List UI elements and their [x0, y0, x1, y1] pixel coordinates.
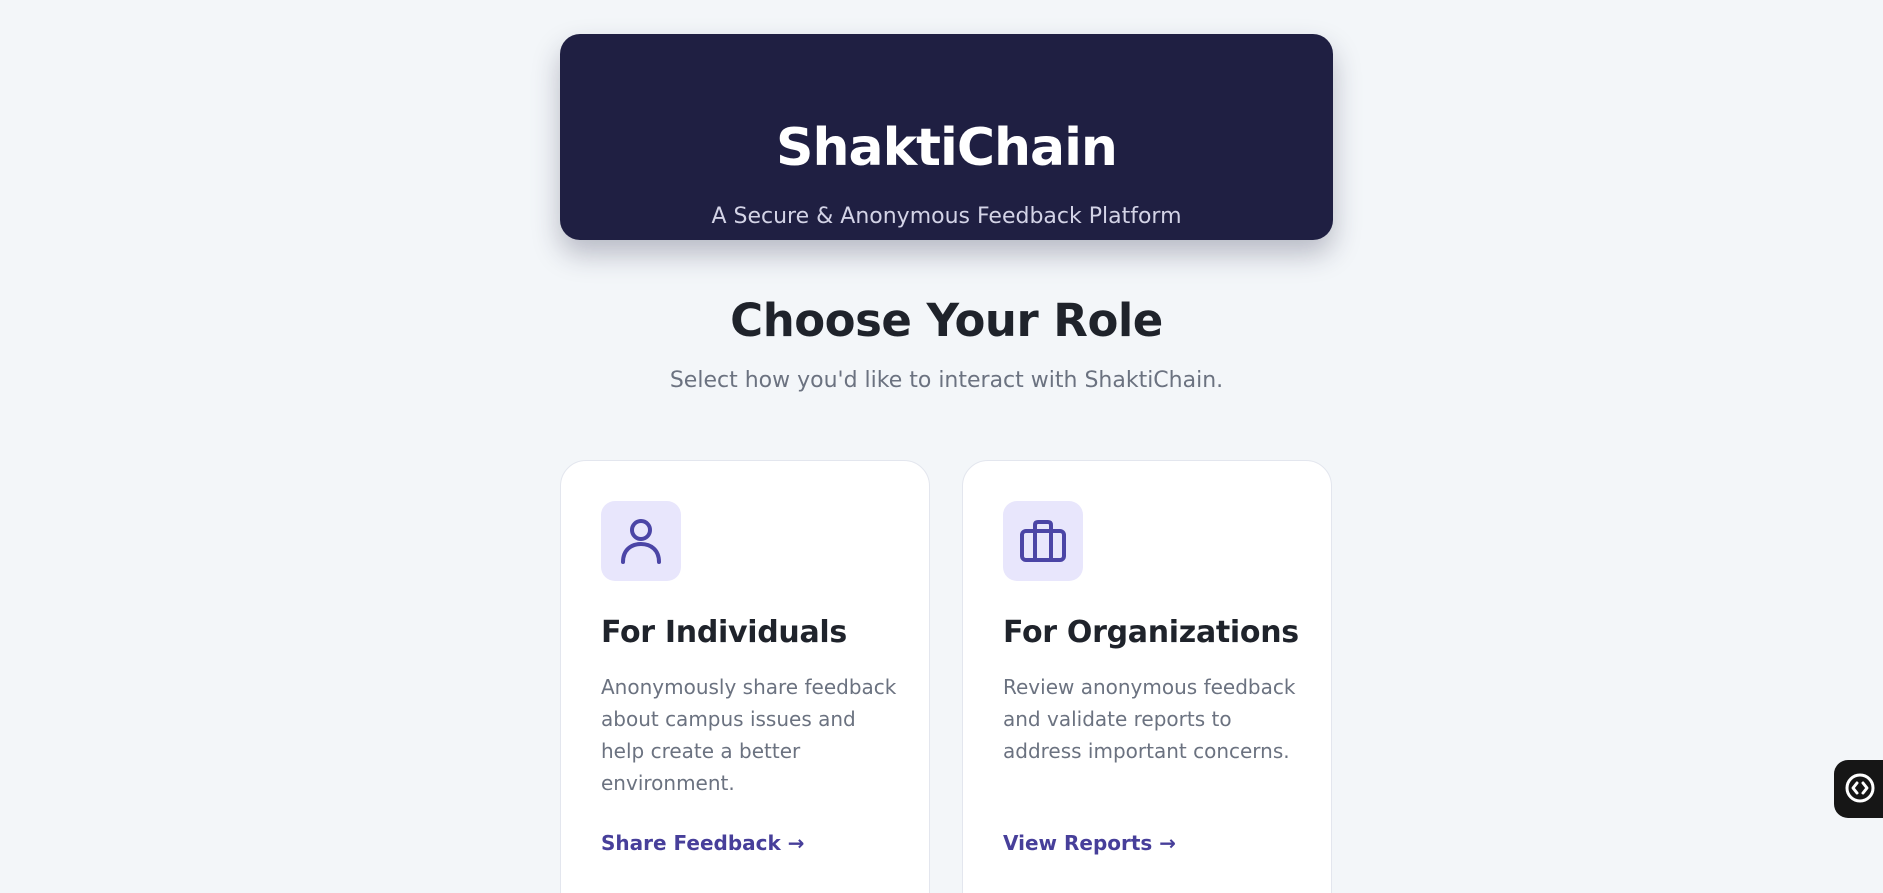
card-description: Anonymously share feedback about campus … — [601, 675, 897, 795]
devtools-floating-button[interactable] — [1834, 760, 1883, 818]
card-title: For Individuals — [601, 615, 847, 650]
section-subtitle: Select how you'd like to interact with S… — [669, 368, 1224, 393]
card-description: Review anonymous feedback and validate r… — [1003, 675, 1296, 763]
briefcase-icon — [1003, 501, 1083, 581]
individuals-card[interactable]: For Individuals Anonymously share feedba… — [560, 460, 930, 893]
user-icon — [601, 501, 681, 581]
hero-banner: ShaktiChain A Secure & Anonymous Feedbac… — [560, 34, 1333, 240]
share-feedback-link[interactable]: Share Feedback → — [601, 831, 805, 855]
section-title: Choose Your Role — [730, 294, 1163, 347]
code-search-icon — [1845, 773, 1875, 803]
organizations-card[interactable]: For Organizations Review anonymous feedb… — [962, 460, 1332, 893]
card-title: For Organizations — [1003, 615, 1299, 650]
view-reports-link[interactable]: View Reports → — [1003, 831, 1176, 855]
app-tagline: A Secure & Anonymous Feedback Platform — [711, 204, 1182, 229]
app-title: ShaktiChain — [776, 118, 1118, 178]
landing-page: ShaktiChain A Secure & Anonymous Feedbac… — [0, 0, 1883, 893]
